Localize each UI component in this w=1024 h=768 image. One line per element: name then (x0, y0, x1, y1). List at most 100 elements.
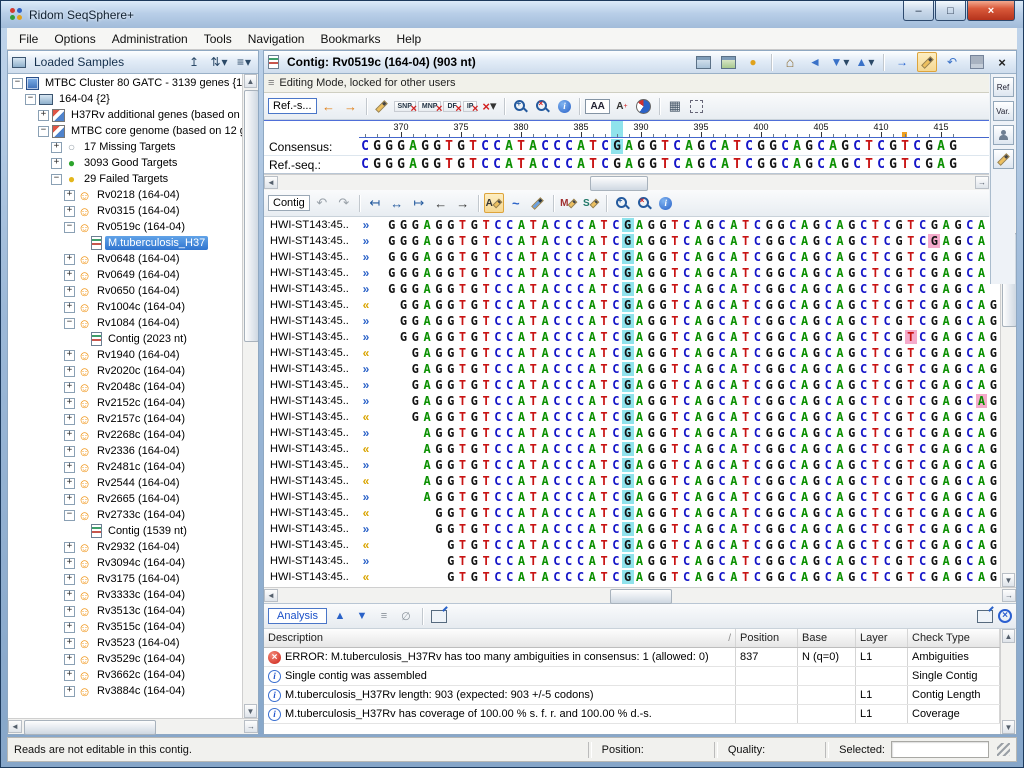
detach-analysis-button[interactable] (976, 607, 994, 625)
minimize-button[interactable]: – (903, 1, 934, 21)
read-sequence[interactable]: GGGAGGTGTCCATACCCATCGAGGTCAGCATCGGCAGCAG… (374, 234, 987, 248)
expand-icon[interactable]: + (51, 158, 62, 169)
expand-icon[interactable]: + (64, 574, 75, 585)
scroll-up-icon[interactable]: ▲ (244, 74, 257, 88)
tree-item[interactable]: +☺Rv3513c (164-04) (8, 603, 242, 619)
tree-item[interactable]: +☺Rv3529c (164-04) (8, 651, 242, 667)
read-row[interactable]: HWI-ST143:45..»GAGGTGTCCATACCCATCGAGGTCA… (264, 377, 1000, 393)
tree-item[interactable]: +☺Rv2268c (164-04) (8, 427, 242, 443)
edit-quality-button[interactable]: ~ (506, 193, 526, 213)
read-row[interactable]: HWI-ST143:45..»GGGAGGTGTCCATACCCATCGAGGT… (264, 265, 1000, 281)
expand-icon[interactable]: + (64, 462, 75, 473)
read-sequence[interactable]: GTGTCCATACCCATCGAGGTCAGCATCGGCAGCAGCTCGT… (374, 554, 999, 568)
edit-annotation-button[interactable] (528, 193, 548, 213)
reads-info-button[interactable]: i (656, 193, 676, 213)
read-row[interactable]: HWI-ST143:45..«GAGGTGTCCATACCCATCGAGGTCA… (264, 409, 1000, 425)
next-diff-button[interactable]: → (341, 96, 361, 116)
unload-sample-button[interactable]: ↥ (184, 53, 204, 72)
back-button[interactable]: ◄ (805, 53, 825, 72)
df-filter-button[interactable]: DF (443, 101, 460, 112)
column-header-description[interactable]: Description/ (264, 629, 736, 647)
analysis-report-button[interactable] (430, 607, 448, 625)
read-row[interactable]: HWI-ST143:45..«GAGGTGTCCATACCCATCGAGGTCA… (264, 345, 1000, 361)
read-sequence[interactable]: GGAGGTGTCCATACCCATCGAGGTCAGCATCGGCAGCAGC… (374, 330, 999, 344)
read-sequence[interactable]: GGTGTCCATACCCATCGAGGTCAGCATCGGCAGCAGCTCG… (374, 522, 999, 536)
scroll-up-icon[interactable]: ▲ (1002, 629, 1015, 643)
zoom-in-button[interactable]: + (510, 96, 530, 116)
edit-mode-toggle[interactable] (917, 52, 937, 72)
read-row[interactable]: HWI-ST143:45..»GAGGTGTCCATACCCATCGAGGTCA… (264, 361, 1000, 377)
expand-icon[interactable]: + (64, 414, 75, 425)
read-row[interactable]: HWI-ST143:45..»GGGAGGTGTCCATACCCATCGAGGT… (264, 217, 1000, 233)
expand-icon[interactable]: + (64, 206, 75, 217)
expand-icon[interactable]: + (64, 686, 75, 697)
read-row[interactable]: HWI-ST143:45..»AGGTGTCCATACCCATCGAGGTCAG… (264, 457, 1000, 473)
prev-target-button[interactable]: ▲▾ (855, 53, 875, 72)
read-sequence[interactable]: GAGGTGTCCATACCCATCGAGGTCAGCATCGGCAGCAGCT… (374, 378, 999, 392)
read-row[interactable]: HWI-ST143:45..«GTGTCCATACCCATCGAGGTCAGCA… (264, 569, 1000, 585)
snp-filter-button[interactable]: SNP (394, 101, 416, 112)
amino-acid-button[interactable]: AA (585, 99, 609, 114)
read-sequence[interactable]: GGGAGGTGTCCATACCCATCGAGGTCAGCATCGGCAGCAG… (374, 282, 987, 296)
expand-icon[interactable]: + (64, 446, 75, 457)
home-button[interactable]: ⌂ (780, 53, 800, 72)
step-left-button[interactable]: ← (431, 193, 451, 213)
read-sequence[interactable]: GAGGTGTCCATACCCATCGAGGTCAGCATCGGCAGCAGCT… (374, 362, 999, 376)
read-sequence[interactable]: GGGAGGTGTCCATACCCATCGAGGTCAGCATCGGCAGCAG… (374, 266, 987, 280)
scroll-right-icon[interactable]: → (975, 176, 989, 189)
analysis-next-button[interactable]: ▼ (353, 607, 371, 625)
info-button[interactable]: i (554, 96, 574, 116)
tree-item[interactable]: +☺Rv1004c (164-04) (8, 299, 242, 315)
filter-menu-button[interactable]: ×▾ (479, 96, 499, 116)
expand-icon[interactable]: + (64, 270, 75, 281)
scroll-thumb[interactable] (244, 90, 258, 342)
scroll-thumb[interactable] (590, 176, 648, 191)
tree-item[interactable]: −164-04 {2} (8, 91, 242, 107)
scroll-left-icon[interactable]: ◄ (264, 176, 278, 189)
read-sequence[interactable]: AGGTGTCCATACCCATCGAGGTCAGCATCGGCAGCAGCTC… (374, 474, 999, 488)
read-sequence[interactable]: GGAGGTGTCCATACCCATCGAGGTCAGCATCGGCAGCAGC… (374, 298, 999, 312)
read-row[interactable]: HWI-ST143:45..»GGGAGGTGTCCATACCCATCGAGGT… (264, 249, 1000, 265)
analysis-tab[interactable]: Analysis (268, 608, 327, 624)
collapse-icon[interactable]: − (38, 126, 49, 137)
read-sequence[interactable]: GGTGTCCATACCCATCGAGGTCAGCATCGGCAGCAGCTCG… (374, 506, 999, 520)
web-task-button[interactable]: ● (743, 53, 763, 72)
tree-item[interactable]: +☺Rv0648 (164-04) (8, 251, 242, 267)
refseq-seq[interactable]: CGGGAGGTGTCCATACCCATCGAGGTCAGCATCGGCAGCA… (359, 157, 959, 172)
menu-options[interactable]: Options (46, 29, 103, 49)
tree-item[interactable]: +☺Rv2932 (164-04) (8, 539, 242, 555)
analysis-row[interactable]: iM.tuberculosis_H37Rv has coverage of 10… (264, 705, 1000, 724)
expand-icon[interactable]: + (64, 350, 75, 361)
menu-tools[interactable]: Tools (196, 29, 240, 49)
read-sequence[interactable]: AGGTGTCCATACCCATCGAGGTCAGCATCGGCAGCAGCTC… (374, 490, 999, 504)
read-row[interactable]: HWI-ST143:45..«AGGTGTCCATACCCATCGAGGTCAG… (264, 441, 1000, 457)
tree-item[interactable]: +☺Rv0315 (164-04) (8, 203, 242, 219)
read-sequence[interactable]: GTGTCCATACCCATCGAGGTCAGCATCGGCAGCAGCTCGT… (374, 570, 999, 584)
scroll-down-icon[interactable]: ▼ (1002, 573, 1015, 587)
read-sequence[interactable]: AGGTGTCCATACCCATCGAGGTCAGCATCGGCAGCAGCTC… (374, 442, 999, 456)
mnp-filter-button[interactable]: MNP (418, 101, 442, 112)
tree-item[interactable]: +☺Rv1940 (164-04) (8, 347, 242, 363)
close-analysis-button[interactable]: × (998, 609, 1012, 623)
expand-icon[interactable]: + (64, 430, 75, 441)
read-sequence[interactable]: GGGAGGTGTCCATACCCATCGAGGTCAGCATCGGCAGCAG… (374, 250, 987, 264)
title-bar[interactable]: Ridom SeqSphere+ – □ × (1, 1, 1023, 28)
column-header-layer[interactable]: Layer (856, 629, 908, 647)
read-sequence[interactable]: GAGGTGTCCATACCCATCGAGGTCAGCATCGGCAGCAGCT… (374, 394, 999, 408)
edit-base-button[interactable]: A (484, 193, 504, 213)
tree-item[interactable]: +☺Rv2665 (164-04) (8, 491, 242, 507)
expand-icon[interactable]: + (64, 558, 75, 569)
tree-item[interactable]: +☺Rv2544 (164-04) (8, 475, 242, 491)
expand-icon[interactable]: + (64, 254, 75, 265)
read-row[interactable]: HWI-ST143:45..»GAGGTGTCCATACCCATCGAGGTCA… (264, 393, 1000, 409)
close-button[interactable]: × (967, 1, 1015, 21)
analysis-vertical-scrollbar[interactable]: ▲ ▼ (1000, 629, 1016, 734)
tree-item[interactable]: +☺Rv2481c (164-04) (8, 459, 242, 475)
column-header-check-type[interactable]: Check Type (908, 629, 1000, 647)
tree-item[interactable]: Contig (1539 nt) (8, 523, 242, 539)
scroll-thumb[interactable] (610, 589, 672, 604)
variants-toggle-button[interactable]: Var. (993, 101, 1014, 121)
tree-item[interactable]: +☺Rv0650 (164-04) (8, 283, 242, 299)
collapse-icon[interactable]: − (64, 318, 75, 329)
read-row[interactable]: HWI-ST143:45..«GTGTCCATACCCATCGAGGTCAGCA… (264, 537, 1000, 553)
